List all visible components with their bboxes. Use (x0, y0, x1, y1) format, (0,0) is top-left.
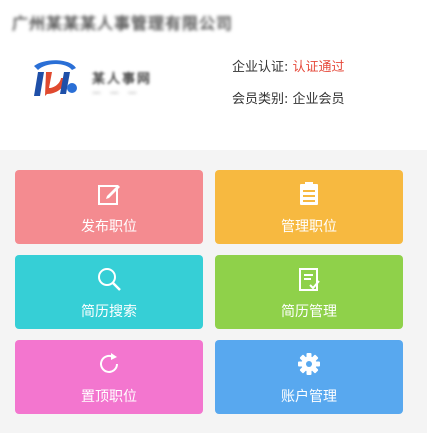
publish-job-button[interactable]: 发布职位 (15, 170, 203, 244)
manage-jobs-button[interactable]: 管理职位 (215, 170, 403, 244)
member-type-label: 会员类别: (232, 92, 289, 107)
document-icon (299, 268, 320, 291)
company-name: 广州某某某人事管理有限公司 (12, 14, 234, 33)
edit-icon (98, 185, 120, 205)
pin-job-label: 置顶职位 (81, 389, 137, 405)
gear-icon (298, 353, 320, 375)
company-logo-icon (34, 60, 77, 96)
company-header: 广州某某某人事管理有限公司 某人事网 — — — 企业认证: 认证通过 会员类别… (0, 0, 427, 150)
resume-search-button[interactable]: 简历搜索 (15, 255, 203, 329)
certification-row: 企业认证: 认证通过 (232, 56, 345, 75)
manage-jobs-label: 管理职位 (281, 219, 337, 235)
account-manage-button[interactable]: 账户管理 (215, 340, 403, 414)
certification-status: 认证通过 (292, 60, 345, 75)
certification-label: 企业认证: (232, 60, 289, 75)
publish-job-label: 发布职位 (81, 219, 137, 235)
resume-manage-button[interactable]: 简历管理 (215, 255, 403, 329)
logo-subtitle: — — — (92, 88, 140, 98)
pin-job-button[interactable]: 置顶职位 (15, 340, 203, 414)
member-type-value: 企业会员 (292, 92, 345, 107)
list-icon (300, 182, 318, 205)
account-manage-label: 账户管理 (281, 389, 337, 405)
search-icon (98, 268, 121, 291)
member-type-row: 会员类别: 企业会员 (232, 88, 345, 107)
resume-manage-label: 简历管理 (281, 304, 337, 320)
logo-text: 某人事网 (92, 72, 153, 87)
resume-search-label: 简历搜索 (81, 304, 137, 320)
refresh-icon (100, 353, 118, 373)
